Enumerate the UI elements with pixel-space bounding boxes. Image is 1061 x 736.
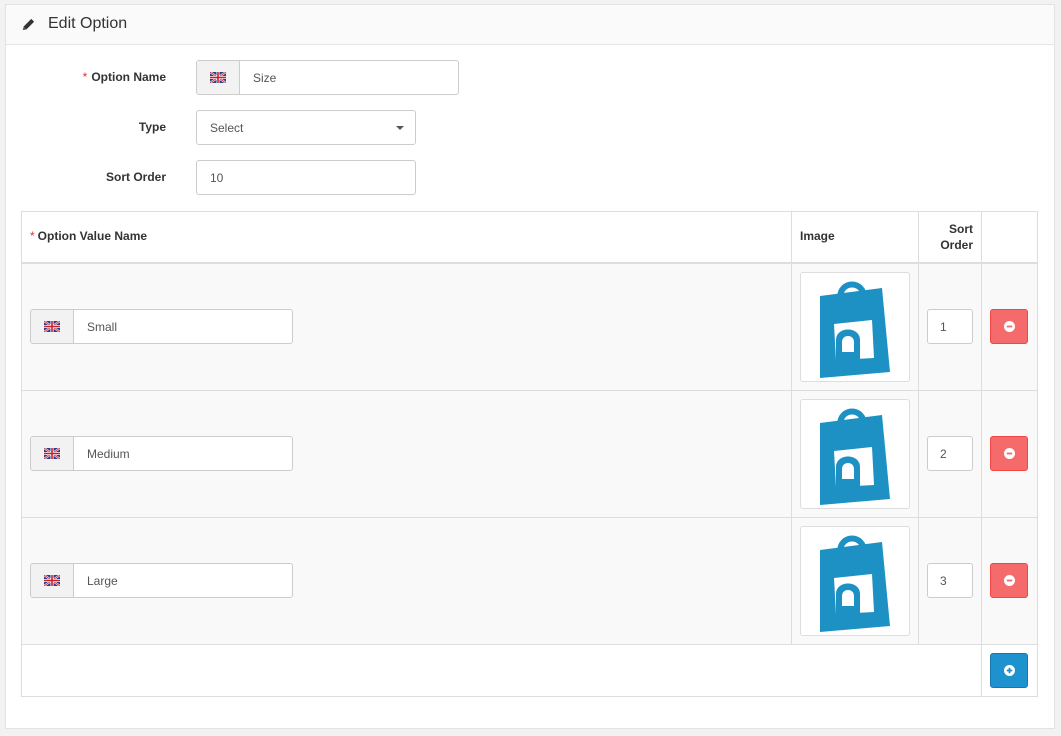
image-thumbnail[interactable] [800, 399, 910, 509]
store-logo-icon [820, 408, 890, 505]
uk-flag-addon [31, 564, 74, 597]
value-sort-order-input[interactable]: 2 [927, 436, 973, 471]
uk-flag-icon [44, 448, 60, 459]
minus-circle-icon [1003, 448, 1015, 459]
uk-flag-icon [44, 575, 60, 586]
remove-value-button[interactable] [990, 436, 1028, 471]
remove-value-button[interactable] [990, 309, 1028, 344]
value-name-input-group: Small [30, 309, 293, 344]
option-name-label: * Option Name [82, 70, 166, 84]
minus-circle-icon [1003, 321, 1015, 332]
value-name-input-group: Large [30, 563, 293, 598]
caret-down-icon [396, 126, 404, 130]
row-divider [22, 644, 1037, 645]
panel-heading: Edit Option [6, 5, 1054, 45]
uk-flag-icon [210, 72, 226, 83]
add-value-button[interactable] [990, 653, 1028, 688]
value-name-input-group: Medium [30, 436, 293, 471]
edit-option-panel: Edit Option * Option Name Size Type Selec… [5, 4, 1055, 729]
uk-flag-addon [197, 61, 240, 94]
sort-order-input[interactable]: 10 [196, 160, 416, 195]
sort-order-label: Sort Order [105, 170, 166, 184]
pencil-icon [22, 18, 35, 31]
plus-circle-icon [1003, 665, 1015, 676]
value-sort-order-input[interactable]: 1 [927, 309, 973, 344]
uk-flag-icon [44, 321, 60, 332]
value-name-input[interactable]: Large [74, 564, 292, 597]
option-values-table: * Option Value Name Image Sort Order Smal… [21, 211, 1038, 697]
image-thumbnail[interactable] [800, 526, 910, 636]
option-name-input[interactable]: Size [240, 61, 458, 94]
type-label: Type [138, 120, 166, 134]
store-logo-icon [820, 281, 890, 378]
remove-value-button[interactable] [990, 563, 1028, 598]
value-sort-order-input[interactable]: 3 [927, 563, 973, 598]
option-name-input-group: Size [196, 60, 459, 95]
header-divider [22, 262, 1037, 264]
panel-title: Edit Option [48, 15, 128, 32]
col-divider [918, 212, 919, 644]
uk-flag-addon [31, 437, 74, 470]
value-name-input[interactable]: Small [74, 310, 292, 343]
col-divider [791, 212, 792, 644]
row-divider [22, 390, 1037, 391]
type-select-value: Select [210, 120, 244, 135]
col-divider [981, 212, 982, 696]
uk-flag-addon [31, 310, 74, 343]
row-divider [22, 517, 1037, 518]
image-thumbnail[interactable] [800, 272, 910, 382]
type-select[interactable]: Select [196, 110, 416, 145]
store-logo-icon [820, 535, 890, 632]
minus-circle-icon [1003, 575, 1015, 586]
value-name-input[interactable]: Medium [74, 437, 292, 470]
header-sort-order: Sort Order [940, 222, 973, 252]
header-option-value-name: * Option Value Name [30, 229, 148, 243]
